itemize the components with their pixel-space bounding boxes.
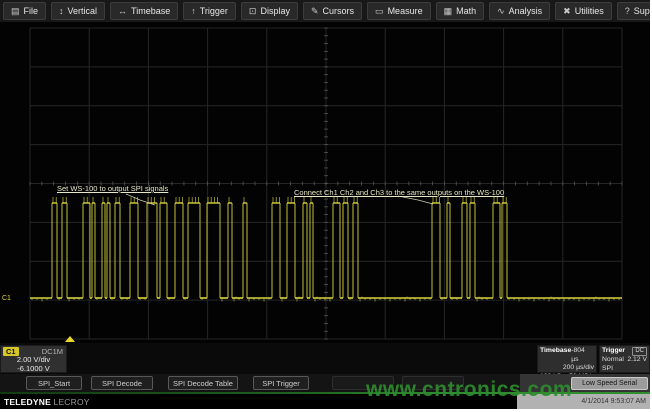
menu-label: Support xyxy=(634,6,650,16)
cntronics-watermark: www.cntronics.com xyxy=(366,378,572,402)
datetime: 4/1/2014 9:53:07 AM xyxy=(581,398,646,405)
channel-offset: -6.1000 V xyxy=(1,364,66,373)
menu-label: Vertical xyxy=(68,6,98,16)
trigger-label: Trigger xyxy=(602,347,625,356)
trace-label-c1: C1 xyxy=(2,295,11,302)
menu-display[interactable]: ⊡Display xyxy=(241,2,298,20)
timebase-delay: -804 µs xyxy=(571,347,594,364)
menu-measure[interactable]: ▭ Measure xyxy=(367,2,431,20)
menu-label: Utilities xyxy=(575,6,604,16)
menu-math[interactable]: ▦Math xyxy=(436,2,485,20)
menu-label: File xyxy=(24,6,39,16)
button-spi-decode-table[interactable]: SPI Decode Table xyxy=(168,376,238,390)
tools-icon: ✖ xyxy=(563,7,571,16)
menu-bar: ▤ File ↕ Vertical ↔ Timebase ↑ Trigger ⊡Display ✎… xyxy=(0,0,650,22)
vertical-arrows-icon: ↕ xyxy=(59,7,64,16)
menu-support[interactable]: ? Support xyxy=(617,2,650,20)
trigger-type: SPI xyxy=(602,365,613,374)
timebase-descriptor[interactable]: Timebase -804 µs 200 µs/div 100 kS 50 MS… xyxy=(537,345,597,373)
pencil-icon: ✎ xyxy=(311,7,319,16)
trigger-coupling-badge: DC xyxy=(632,347,647,356)
trigger-descriptor[interactable]: Trigger DC Normal 2.12 V SPI xyxy=(599,345,650,373)
trigger-arrow-icon: ↑ xyxy=(191,7,196,16)
menu-label: Measure xyxy=(388,6,423,16)
menu-cursors[interactable]: ✎ Cursors xyxy=(303,2,362,20)
trigger-level: 2.12 V xyxy=(627,356,647,365)
teledyne-lecroy-logo: TELEDYNE LECROY xyxy=(4,397,90,407)
help-icon: ? xyxy=(625,7,630,16)
descriptor-strip: C1 DC1M 2.00 V/div -6.1000 V Timebase -8… xyxy=(0,343,650,374)
button-spi-start[interactable]: SPI_Start xyxy=(26,376,82,390)
timebase-label: Timebase xyxy=(540,347,571,364)
menu-label: Display xyxy=(260,6,290,16)
channel-scale: 2.00 V/div xyxy=(1,355,66,364)
low-speed-serial-button[interactable]: Low Speed Serial xyxy=(571,377,648,390)
menu-timebase[interactable]: ↔ Timebase xyxy=(110,2,178,20)
trigger-mode: Normal xyxy=(602,356,624,365)
menu-trigger[interactable]: ↑ Trigger xyxy=(183,2,236,20)
menu-label: Trigger xyxy=(200,6,228,16)
ruler-icon: ▭ xyxy=(375,7,384,16)
calculator-icon: ▦ xyxy=(444,7,453,16)
waveform-svg: C1 xyxy=(0,22,650,343)
button-spi-decode[interactable]: SPI Decode xyxy=(91,376,153,390)
menu-label: Cursors xyxy=(323,6,355,16)
channel-c1-descriptor[interactable]: C1 DC1M 2.00 V/div -6.1000 V xyxy=(0,345,67,373)
button-spi-trigger[interactable]: SPI Trigger xyxy=(253,376,309,390)
menu-utilities[interactable]: ✖ Utilities xyxy=(555,2,612,20)
file-icon: ▤ xyxy=(11,7,20,16)
timebase-scale: 200 µs/div xyxy=(563,364,594,373)
chart-icon: ∿ xyxy=(497,7,505,16)
oscilloscope-window: ▤ File ↕ Vertical ↔ Timebase ↑ Trigger ⊡Display ✎… xyxy=(0,0,650,409)
menu-file[interactable]: ▤ File xyxy=(3,2,46,20)
annotation-set-ws100: Set WS-100 to output SPI signals xyxy=(57,184,168,193)
menu-label: Math xyxy=(456,6,476,16)
annotation-connect-channels: Connect Ch1 Ch2 and Ch3 to the same outp… xyxy=(294,188,504,197)
monitor-icon: ⊡ xyxy=(249,7,257,16)
menu-vertical[interactable]: ↕ Vertical xyxy=(51,2,105,20)
menu-analysis[interactable]: ∿ Analysis xyxy=(489,2,550,20)
waveform-display: C1 Set WS-100 to output SPI signals Conn… xyxy=(0,22,650,343)
menu-label: Analysis xyxy=(509,6,543,16)
horizontal-arrows-icon: ↔ xyxy=(118,7,127,16)
menu-label: Timebase xyxy=(131,6,170,16)
